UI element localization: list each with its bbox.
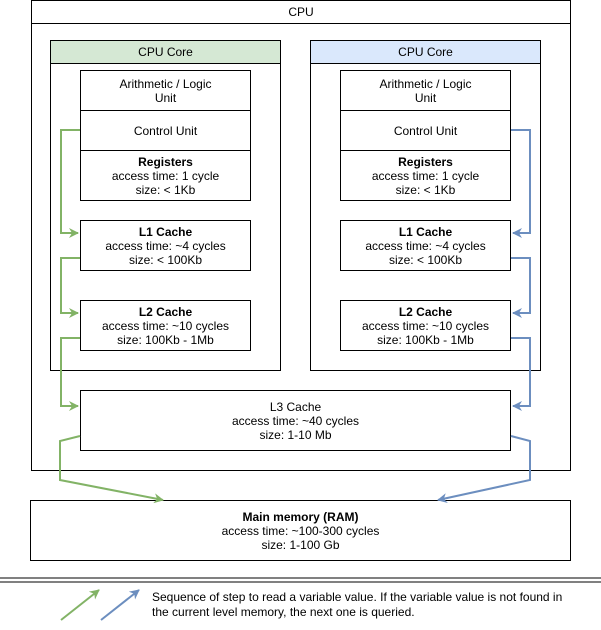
legend-arrow-green-icon <box>60 589 100 621</box>
alu-right-line2: Unit <box>414 90 437 105</box>
l3-cache: L3 Cache access time: ~40 cycles size: 1… <box>80 390 511 451</box>
l2-cache-right: L2 Cache access time: ~10 cycles size: 1… <box>340 300 511 351</box>
registers-left-access: access time: 1 cycle <box>111 168 220 183</box>
alu-left: Arithmetic / Logic Unit <box>80 70 251 111</box>
l1-left-size: size: < 100Kb <box>128 252 203 267</box>
alu-left-line2: Unit <box>154 90 177 105</box>
legend-description: Sequence of step to read a variable valu… <box>152 590 563 619</box>
l1-left-name: L1 Cache <box>138 224 193 239</box>
cpu-core-left-header: CPU Core <box>50 40 281 64</box>
alu-right-line1: Arithmetic / Logic <box>379 76 472 91</box>
registers-right-size: size: < 1Kb <box>395 182 456 197</box>
l2-left-name: L2 Cache <box>138 304 193 319</box>
alu-left-line1: Arithmetic / Logic <box>119 76 212 91</box>
registers-left-size: size: < 1Kb <box>135 182 196 197</box>
cpu-title-text: CPU <box>288 5 314 19</box>
l2-left-size: size: 100Kb - 1Mb <box>117 332 214 347</box>
cpu-title: CPU <box>31 0 571 24</box>
registers-right-access: access time: 1 cycle <box>371 168 480 183</box>
control-unit-left: Control Unit <box>80 110 251 151</box>
l2-right-size: size: 100Kb - 1Mb <box>377 332 474 347</box>
ram-name: Main memory (RAM) <box>242 509 359 524</box>
l1-cache-left: L1 Cache access time: ~4 cycles size: < … <box>80 220 251 271</box>
registers-right-name: Registers <box>398 154 453 169</box>
legend-arrow-blue-icon <box>100 589 140 621</box>
control-unit-left-label: Control Unit <box>133 123 198 138</box>
l3-name: L3 Cache <box>269 399 322 414</box>
ram-access: access time: ~100-300 cycles <box>221 523 380 538</box>
cpu-core-left-title: CPU Core <box>138 45 193 59</box>
l1-right-access: access time: ~4 cycles <box>365 238 486 253</box>
l2-right-name: L2 Cache <box>398 304 453 319</box>
cpu-core-right-header: CPU Core <box>310 40 541 64</box>
l1-right-name: L1 Cache <box>398 224 453 239</box>
l2-left-access: access time: ~10 cycles <box>101 318 230 333</box>
l2-right-access: access time: ~10 cycles <box>361 318 490 333</box>
registers-right: Registers access time: 1 cycle size: < 1… <box>340 150 511 201</box>
l1-left-access: access time: ~4 cycles <box>105 238 226 253</box>
l3-size: size: 1-10 Mb <box>259 427 332 442</box>
l1-right-size: size: < 100Kb <box>388 252 463 267</box>
main-memory: Main memory (RAM) access time: ~100-300 … <box>30 500 571 561</box>
control-unit-right-label: Control Unit <box>393 123 458 138</box>
registers-left: Registers access time: 1 cycle size: < 1… <box>80 150 251 201</box>
cpu-core-right-title: CPU Core <box>398 45 453 59</box>
l1-cache-right: L1 Cache access time: ~4 cycles size: < … <box>340 220 511 271</box>
ram-size: size: 1-100 Gb <box>261 537 340 552</box>
control-unit-right: Control Unit <box>340 110 511 151</box>
registers-left-name: Registers <box>138 154 193 169</box>
l3-access: access time: ~40 cycles <box>231 413 360 428</box>
l2-cache-left: L2 Cache access time: ~10 cycles size: 1… <box>80 300 251 351</box>
alu-right: Arithmetic / Logic Unit <box>340 70 511 111</box>
